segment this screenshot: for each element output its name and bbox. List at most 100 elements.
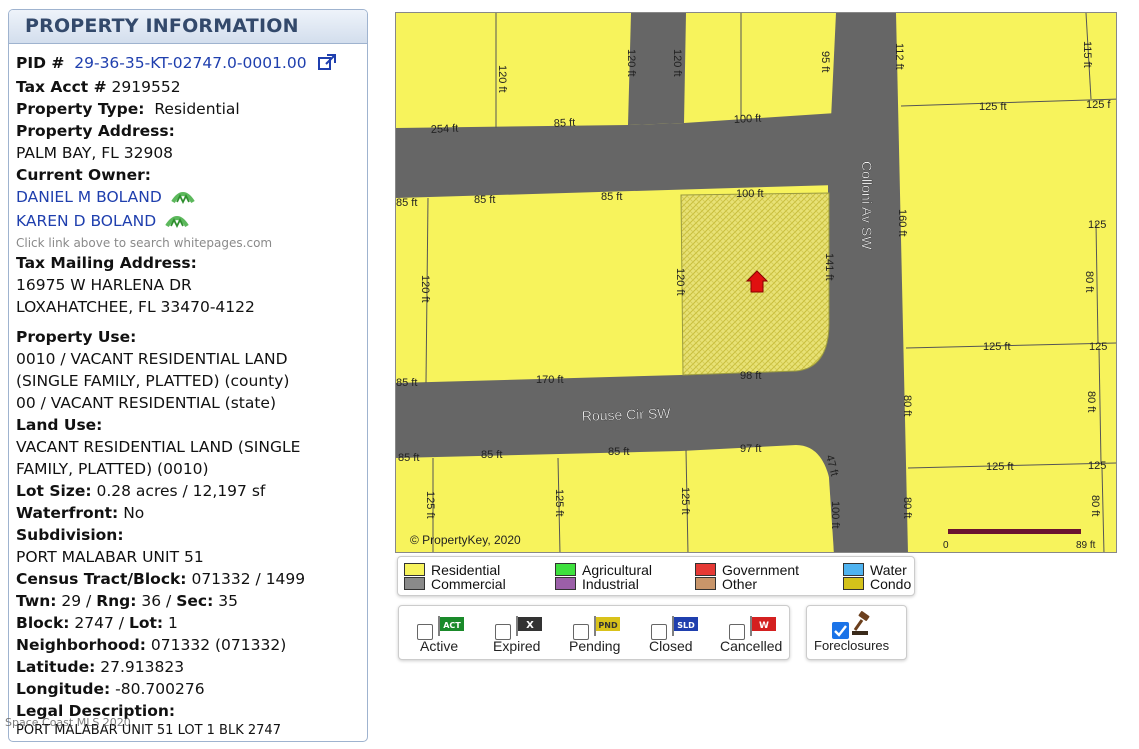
foreclosures-filter[interactable]: Foreclosures <box>806 605 907 660</box>
gavel-icon <box>852 611 870 635</box>
legend-swatch-commercial <box>404 577 425 590</box>
parcel-map[interactable]: 120 ft 120 ft 120 ft 95 ft 112 ft 115 ft… <box>395 12 1117 553</box>
waterfront-label: Waterfront: <box>16 504 119 522</box>
dim-label: 80 ft <box>1085 391 1097 412</box>
panel-title: PROPERTY INFORMATION <box>9 10 367 44</box>
latitude-value: 27.913823 <box>100 658 185 676</box>
dim-label: 120 ft <box>674 268 686 296</box>
land-use-line2: FAMILY, PLATTED) (0010) <box>16 460 209 478</box>
scale-start: 0 <box>943 540 949 551</box>
map-copyright: © PropertyKey, 2020 <box>410 533 521 547</box>
dim-label: 100 ft <box>734 113 762 126</box>
dim-label: 80 ft <box>901 395 913 416</box>
lot-size-label: Lot Size: <box>16 482 92 500</box>
dim-label: 100 ft <box>736 188 764 200</box>
dim-label: 125 <box>1088 219 1106 231</box>
cancelled-flag-icon: W <box>750 616 776 636</box>
subdivision-value: PORT MALABAR UNIT 51 <box>16 548 204 566</box>
dim-label: 125 <box>1089 341 1107 353</box>
legend-swatch-condo <box>843 577 864 590</box>
dim-label: 125 ft <box>986 461 1014 473</box>
listing-status-filters: ACT Active X Expired PND Pending SLD Clo… <box>398 605 790 660</box>
legend-swatch-industrial <box>555 577 576 590</box>
twn-value: 29 <box>61 592 82 610</box>
active-flag-icon: ACT <box>438 616 464 636</box>
dim-label: 85 ft <box>398 452 419 464</box>
land-use-label: Land Use: <box>16 416 103 434</box>
property-use-line1: 0010 / VACANT RESIDENTIAL LAND <box>16 350 288 368</box>
census-label: Census Tract/Block: <box>16 570 187 588</box>
waterfront-value: No <box>123 504 145 522</box>
lot-label: Lot: <box>128 614 164 632</box>
dim-label: 98 ft <box>740 370 761 382</box>
closed-flag-icon: SLD <box>672 616 698 636</box>
mailing-label: Tax Mailing Address: <box>16 254 197 272</box>
svg-text:X: X <box>526 620 534 631</box>
dim-label: 120 ft <box>496 65 508 93</box>
whitepages-icon[interactable] <box>171 188 195 210</box>
pid-link[interactable]: 29-36-35-KT-02747.0-0001.00 <box>74 54 306 72</box>
legend-swatch-government <box>695 563 716 576</box>
legend-swatch-water <box>843 563 864 576</box>
census-value: 071332 / 1499 <box>191 570 306 588</box>
closed-label[interactable]: Closed <box>649 638 693 654</box>
expired-label[interactable]: Expired <box>493 638 540 654</box>
latitude-label: Latitude: <box>16 658 96 676</box>
dim-label: 125 <box>1088 460 1106 472</box>
legend-swatch-other <box>695 577 716 590</box>
legend-swatch-residential <box>404 563 425 576</box>
block-value: 2747 <box>74 614 114 632</box>
owner-hint: Click link above to search whitepages.co… <box>16 236 273 250</box>
dim-label: 85 ft <box>474 194 495 206</box>
dim-label: 80 ft <box>1089 495 1101 516</box>
dim-label: 125 ft <box>679 487 691 515</box>
svg-text:ACT: ACT <box>443 621 461 630</box>
land-use-legend: Residential Commercial Agricultural Indu… <box>397 556 915 596</box>
subdivision-label: Subdivision: <box>16 526 124 544</box>
svg-text:PND: PND <box>598 621 618 630</box>
property-use-line2: (SINGLE FAMILY, PLATTED) (county) <box>16 372 290 390</box>
owner-link-1[interactable]: DANIEL M BOLAND <box>16 188 162 206</box>
dim-label: 85 ft <box>481 449 502 461</box>
property-info-panel: PROPERTY INFORMATION PID # 29-36-35-KT-0… <box>8 9 368 742</box>
dim-label: 85 ft <box>396 377 417 389</box>
dim-label: 112 ft <box>893 43 905 70</box>
legend-label: Other <box>722 576 758 592</box>
rng-label: Rng: <box>96 592 137 610</box>
dim-label: 125 ft <box>979 101 1007 113</box>
legend-item: Condo <box>843 577 911 591</box>
pending-flag-icon: PND <box>594 616 620 636</box>
property-type-value: Residential <box>154 100 240 118</box>
foreclosures-label[interactable]: Foreclosures <box>814 638 889 653</box>
dim-label: 254 ft <box>431 123 459 136</box>
dim-label: 100 ft <box>829 501 841 529</box>
tax-acct-label: Tax Acct # <box>16 78 107 96</box>
pending-label[interactable]: Pending <box>569 638 620 654</box>
external-link-icon[interactable] <box>317 54 336 76</box>
twn-label: Twn: <box>16 592 57 610</box>
dim-label: 97 ft <box>740 443 761 455</box>
owner-link-2[interactable]: KAREN D BOLAND <box>16 212 156 230</box>
active-label[interactable]: Active <box>420 638 458 654</box>
property-address-value: PALM BAY, FL 32908 <box>16 144 174 162</box>
legend-label: Industrial <box>582 576 639 592</box>
legend-label: Condo <box>870 576 912 592</box>
dim-label: 170 ft <box>536 374 564 386</box>
whitepages-icon[interactable] <box>165 212 189 234</box>
lot-value: 1 <box>168 614 178 632</box>
legend-item: Government <box>695 563 799 577</box>
sec-label: Sec: <box>176 592 214 610</box>
dim-label: 125 ft <box>424 491 436 519</box>
foreclosures-checkbox[interactable] <box>832 622 849 639</box>
longitude-value: -80.700276 <box>115 680 205 698</box>
dim-label: 125 ft <box>553 489 565 517</box>
cancelled-label[interactable]: Cancelled <box>720 638 782 654</box>
longitude-label: Longitude: <box>16 680 111 698</box>
lot-size-value: 0.28 acres / 12,197 sf <box>96 482 266 500</box>
property-use-label: Property Use: <box>16 328 137 346</box>
land-use-line1: VACANT RESIDENTIAL LAND (SINGLE <box>16 438 301 456</box>
legend-item: Residential <box>404 563 500 577</box>
dim-label: 120 ft <box>671 49 683 77</box>
dim-label: 95 ft <box>819 51 831 72</box>
dim-label: 125 f <box>1086 99 1111 111</box>
